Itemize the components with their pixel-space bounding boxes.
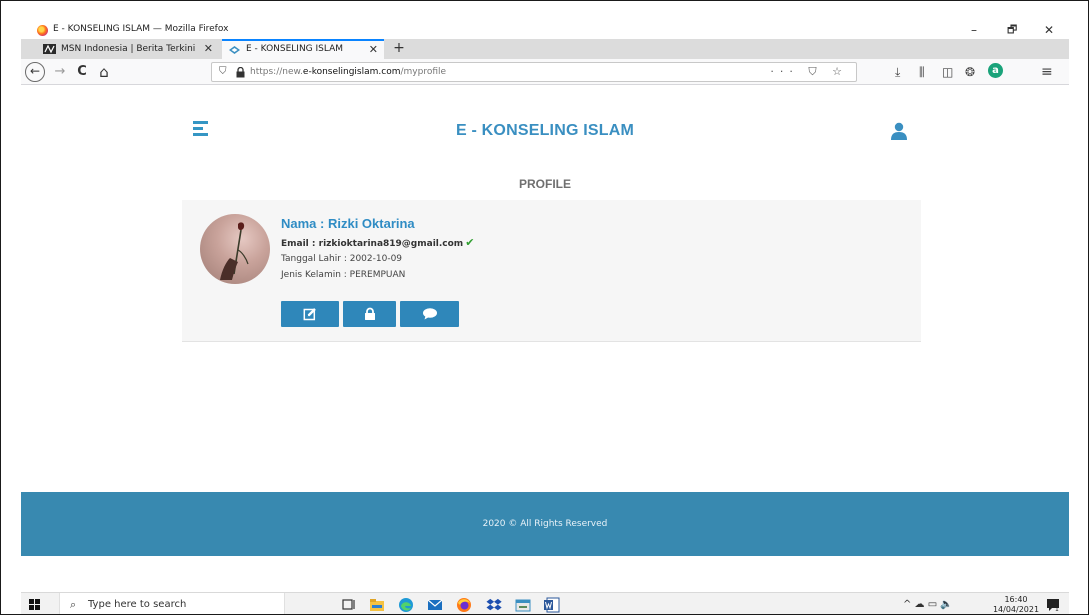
navigation-toolbar: ← → C ⌂ ⛉ https://new.e-konselingislam.c… [21, 59, 1069, 85]
taskbar-search-box[interactable]: ⌕ Type here to search [59, 593, 285, 614]
taskbar-clock[interactable]: 16:40 14/04/2021 [989, 595, 1043, 614]
site-title: E - KONSELING ISLAM [455, 122, 635, 139]
task-view-icon[interactable] [341, 597, 357, 613]
profile-card: Nama : Rizki Oktarina Email : rizkioktar… [182, 200, 921, 342]
back-button[interactable]: ← [25, 62, 45, 82]
profile-name: Nama : Rizki Oktarina [281, 216, 415, 231]
search-icon: ⌕ [70, 598, 77, 611]
tab-label: E - KONSELING ISLAM [246, 44, 344, 54]
library-icon[interactable]: ⫼ [919, 64, 925, 80]
restore-button[interactable]: 🗗 [1007, 23, 1017, 37]
screenshot-frame: E - KONSELING ISLAM — Mozilla Firefox – … [0, 0, 1089, 615]
download-icon[interactable]: ⤓ [895, 64, 900, 80]
tab-strip: MSN Indonesia | Berita Terkini ✕ E - KON… [21, 39, 1069, 59]
clock-time: 16:40 [1004, 595, 1028, 604]
firefox-icon[interactable] [456, 597, 472, 613]
url-text: https://new.e-konselingislam.com/myprofi… [250, 67, 447, 77]
edge-icon[interactable] [398, 597, 414, 613]
reload-button[interactable]: C [73, 63, 91, 81]
account-icon[interactable]: a [988, 63, 1003, 78]
word-icon[interactable] [544, 597, 560, 613]
extensions-icon[interactable]: ❂ [965, 64, 975, 80]
chat-icon [422, 308, 437, 320]
profile-birth-date: Tanggal Lahir : 2002-10-09 [281, 254, 403, 264]
tab-msn[interactable]: MSN Indonesia | Berita Terkini ✕ [37, 39, 219, 59]
edit-profile-button[interactable] [281, 301, 339, 327]
notification-icon[interactable]: 1 [1046, 598, 1060, 612]
calculator-icon[interactable] [515, 597, 531, 613]
windows-start-icon[interactable] [29, 599, 40, 610]
firefox-icon [37, 25, 48, 36]
profile-gender: Jenis Kelamin : PEREMPUAN [281, 270, 406, 280]
new-tab-button[interactable]: + [390, 39, 408, 59]
minimize-button[interactable]: – [971, 23, 977, 37]
mail-icon[interactable] [427, 597, 443, 613]
clock-date: 14/04/2021 [992, 605, 1040, 614]
system-tray-icons[interactable]: ^ ☁ ▭ 🔈 [903, 599, 953, 610]
menu-icon[interactable]: ≡ [1041, 64, 1053, 80]
lock-icon [364, 307, 375, 320]
section-title: PROFILE [518, 177, 571, 191]
change-password-button[interactable] [343, 301, 396, 327]
window-titlebar: E - KONSELING ISLAM — Mozilla Firefox – … [21, 23, 1069, 39]
site-favicon [229, 46, 240, 54]
footer-text: 2020 © All Rights Reserved [482, 519, 608, 529]
forward-button[interactable]: → [51, 63, 69, 81]
web-page: E - KONSELING ISLAM PROFILE Nama : Rizki… [21, 86, 1069, 584]
tracking-shield-icon: ⛉ [219, 66, 227, 77]
url-bar[interactable]: ⛉ https://new.e-konselingislam.com/mypro… [211, 62, 857, 82]
profile-email: Email : rizkioktarina819@gmail.com ✔ [281, 236, 475, 249]
sidebar-icon[interactable]: ◫ [942, 64, 953, 80]
user-icon[interactable] [890, 122, 908, 140]
verified-check-icon: ✔ [465, 236, 475, 249]
avatar [200, 214, 270, 284]
close-tab-icon[interactable]: ✕ [369, 41, 378, 58]
close-tab-icon[interactable]: ✕ [204, 39, 213, 59]
file-explorer-icon[interactable] [369, 597, 385, 613]
site-footer: 2020 © All Rights Reserved [21, 492, 1069, 556]
close-window-button[interactable]: ✕ [1044, 23, 1054, 37]
windows-taskbar: ⌕ Type here to search ^ ☁ ▭ 🔈 16:40 14/0… [21, 592, 1069, 614]
msn-icon [43, 44, 56, 54]
lock-icon [236, 67, 245, 78]
rose-photo-icon [220, 222, 249, 280]
tab-label: MSN Indonesia | Berita Terkini [61, 44, 196, 54]
dropbox-icon[interactable] [486, 597, 502, 613]
tab-e-konseling[interactable]: E - KONSELING ISLAM ✕ [222, 39, 384, 59]
site-header: E - KONSELING ISLAM [21, 86, 1069, 146]
home-button[interactable]: ⌂ [95, 63, 113, 81]
search-placeholder: Type here to search [88, 599, 187, 610]
edit-icon [303, 308, 316, 321]
chat-button[interactable] [400, 301, 459, 327]
window-title: E - KONSELING ISLAM — Mozilla Firefox [53, 24, 229, 34]
page-actions-icons[interactable]: ··· ⛉ ☆ [770, 65, 848, 79]
notification-badge: 1 [1055, 606, 1059, 612]
